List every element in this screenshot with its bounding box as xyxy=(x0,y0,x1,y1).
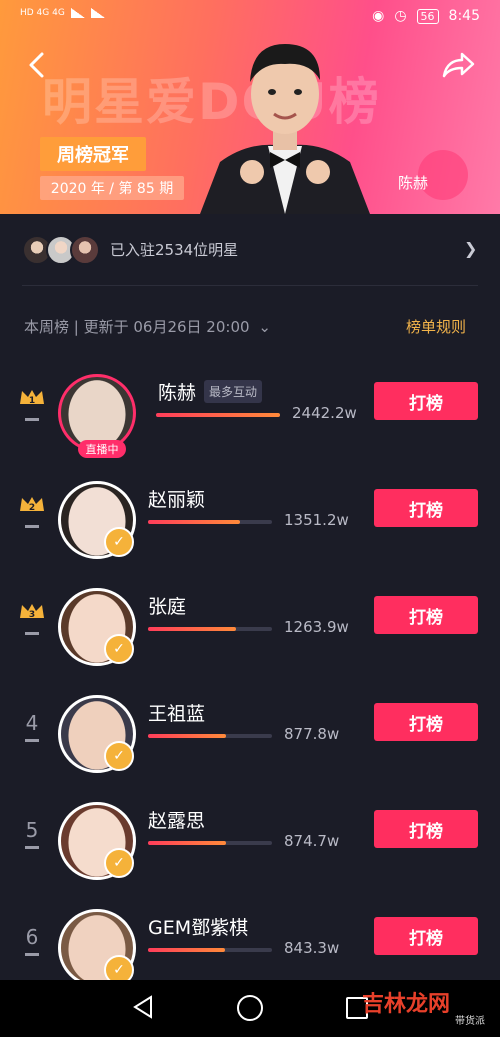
rank-change-dash xyxy=(25,739,39,742)
week-update-dropdown[interactable]: 本周榜 | 更新于 06月26日 20:00 ⌄ xyxy=(24,316,271,337)
progress-fill xyxy=(156,413,280,417)
verified-icon: ✓ xyxy=(104,634,134,664)
weekly-champion-tag: 周榜冠军 xyxy=(40,137,146,171)
star-name: 陈赫 xyxy=(158,382,197,404)
back-icon[interactable] xyxy=(22,50,52,80)
signal-icon xyxy=(70,8,85,18)
progress-fill xyxy=(148,734,226,738)
joined-count-text: 已入驻2534位明星 xyxy=(110,241,239,259)
vote-button[interactable]: 打榜 xyxy=(374,917,478,955)
score: 1263.9w xyxy=(284,618,349,636)
period-tag: 2020 年 / 第 85 期 xyxy=(40,176,184,200)
vote-button[interactable]: 打榜 xyxy=(374,596,478,634)
divider xyxy=(22,285,478,286)
vote-button[interactable]: 打榜 xyxy=(374,489,478,527)
progress-fill xyxy=(148,948,225,952)
ranking-row[interactable]: 4 ✓ 王祖蓝 877.8w 打榜 xyxy=(0,689,500,795)
rank-number: 4 xyxy=(25,711,39,735)
progress-bar xyxy=(148,841,272,845)
week-update-label: 本周榜 | 更新于 06月26日 20:00 xyxy=(24,318,250,336)
battery-badge: 56 xyxy=(416,8,439,24)
watermark: 吉林龙网 xyxy=(362,992,451,1017)
crown-icon: 3 xyxy=(20,604,44,620)
chevron-down-icon: ⌄ xyxy=(258,318,271,336)
star-name: 王祖蓝 xyxy=(148,703,206,725)
progress-bar xyxy=(148,520,272,524)
rank-number: 3 xyxy=(29,610,35,620)
status-right: ◉ ◷ 56 8:45 xyxy=(372,8,480,24)
ranking-row[interactable]: 3 ✓ 张庭 1263.9w 打榜 xyxy=(0,582,500,688)
hero-portrait xyxy=(200,44,370,214)
rank-change-dash xyxy=(25,953,39,956)
ranking-row[interactable]: 5 ✓ 赵露思 874.7w 打榜 xyxy=(0,796,500,902)
rank-change-dash xyxy=(25,846,39,849)
ranking-rules-link[interactable]: 榜单规则 xyxy=(406,316,466,337)
crown-icon: 2 xyxy=(20,497,44,513)
star-name: GEM鄧紫棋 xyxy=(148,917,249,939)
progress-bar xyxy=(156,413,280,417)
mini-avatar xyxy=(70,235,100,265)
alarm-icon: ◷ xyxy=(394,8,407,24)
score: 877.8w xyxy=(284,725,340,743)
star-name: 赵丽颖 xyxy=(148,489,206,511)
progress-bar xyxy=(148,948,272,952)
most-interactive-tag: 最多互动 xyxy=(204,380,263,403)
score: 874.7w xyxy=(284,832,340,850)
progress-fill xyxy=(148,520,240,524)
rank-change-dash xyxy=(25,418,39,421)
progress-bar xyxy=(148,734,272,738)
vote-button[interactable]: 打榜 xyxy=(374,703,478,741)
verified-icon: ✓ xyxy=(104,741,134,771)
hero-name: 陈赫 xyxy=(398,174,429,192)
signal-icon-2 xyxy=(90,8,105,18)
clock-time: 8:45 xyxy=(448,8,480,24)
network-label: HD 4G 4G xyxy=(20,8,65,18)
rank-number: 6 xyxy=(25,925,39,949)
rank-number: 5 xyxy=(25,818,39,842)
score: 1351.2w xyxy=(284,511,349,529)
joined-stars-row[interactable]: 已入驻2534位明星 ❯ xyxy=(0,215,500,285)
rank-change-dash xyxy=(25,632,39,635)
rank-change-dash xyxy=(25,525,39,528)
score: 843.3w xyxy=(284,939,340,957)
star-name: 赵露思 xyxy=(148,810,206,832)
vote-button[interactable]: 打榜 xyxy=(374,382,478,420)
live-badge: 直播中 xyxy=(78,440,126,458)
verified-icon: ✓ xyxy=(104,527,134,557)
score: 2442.2w xyxy=(292,404,357,422)
progress-bar xyxy=(148,627,272,631)
ranking-row[interactable]: 2 ✓ 赵丽颖 1351.2w 打榜 xyxy=(0,475,500,581)
rank-number: 2 xyxy=(29,503,35,513)
rank-number: 1 xyxy=(29,396,35,406)
ranking-row[interactable]: 1 直播中 陈赫 最多互动 2442.2w 打榜 xyxy=(0,368,500,474)
nav-back-icon[interactable] xyxy=(132,995,154,1019)
chevron-right-icon[interactable]: ❯ xyxy=(464,239,477,258)
share-icon[interactable] xyxy=(440,50,476,80)
banner: HD 4G 4G ◉ ◷ 56 8:45 明星爱DOU榜 周榜冠军 2020 年… xyxy=(0,0,500,214)
progress-fill xyxy=(148,841,226,845)
verified-icon: ✓ xyxy=(104,848,134,878)
progress-fill xyxy=(148,627,236,631)
watermark-sub: 带货派 xyxy=(455,1016,485,1027)
nav-home-icon[interactable] xyxy=(237,995,263,1021)
status-left: HD 4G 4G xyxy=(20,8,105,18)
vote-button[interactable]: 打榜 xyxy=(374,810,478,848)
crown-icon: 1 xyxy=(20,390,44,406)
star-name: 张庭 xyxy=(148,596,187,618)
